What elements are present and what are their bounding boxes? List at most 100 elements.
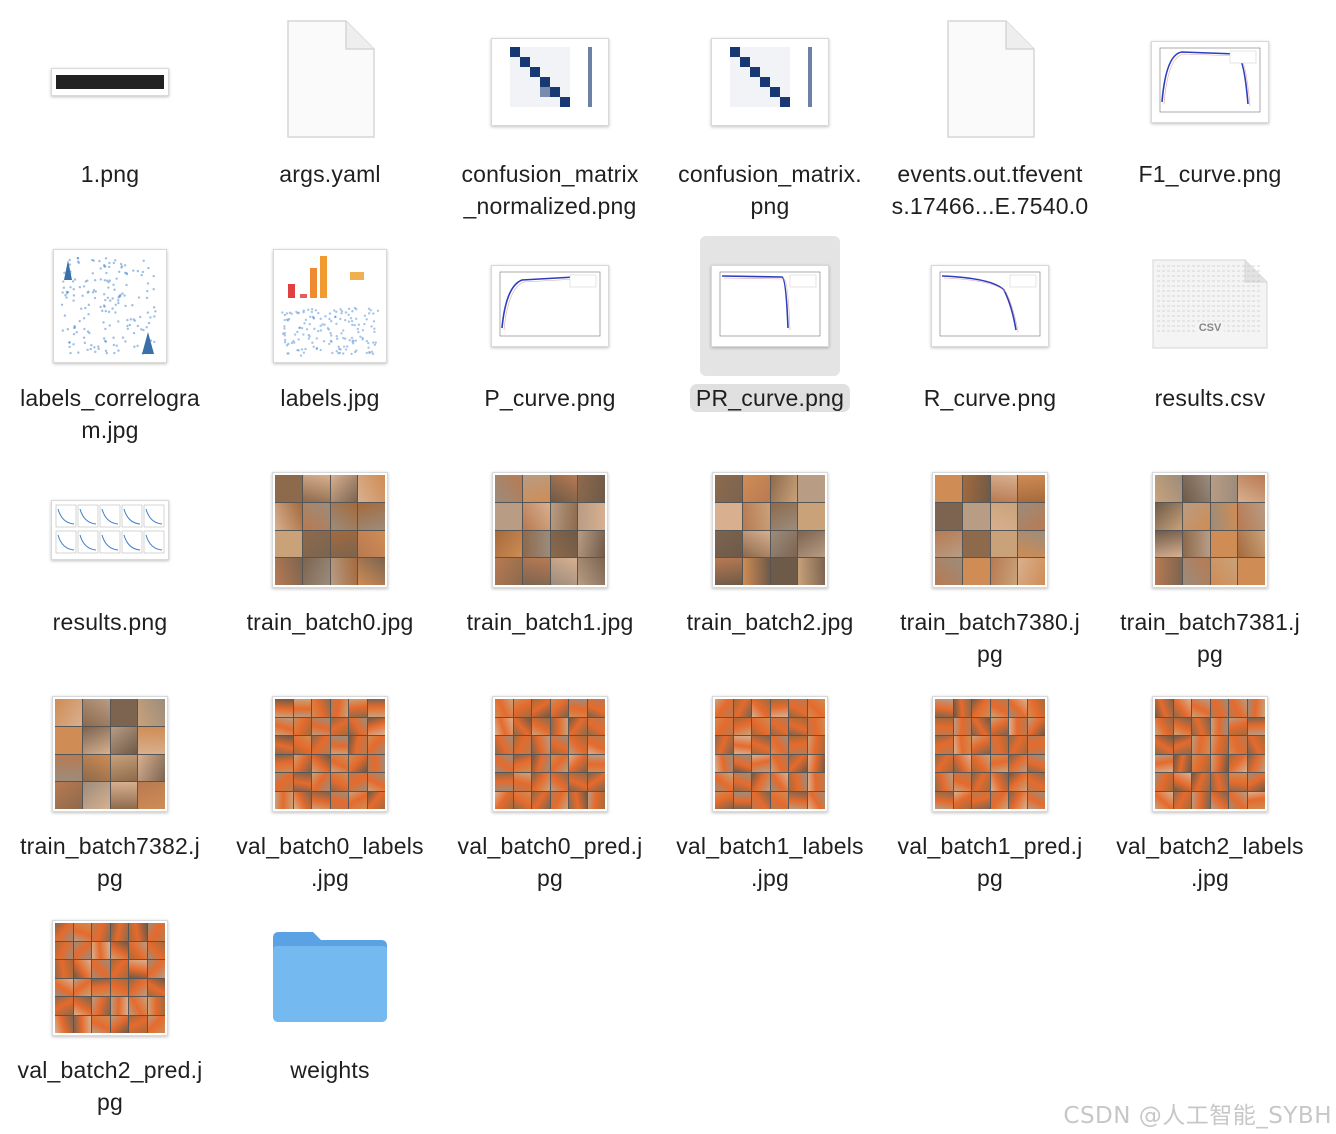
file-item[interactable]: events.out.tfevent s.17466...E.7540.0 (880, 6, 1100, 230)
thumbnail[interactable] (490, 460, 610, 600)
file-name-line: confusion_matrix (461, 161, 639, 187)
document-icon (944, 19, 1036, 146)
thumbnail[interactable] (930, 236, 1050, 376)
file-name-line: labels_correlogra (20, 385, 200, 411)
thumbnail[interactable] (50, 460, 170, 600)
file-name-label[interactable]: val_batch2_labels .jpg (1100, 830, 1320, 894)
thumbnail[interactable] (1150, 684, 1270, 824)
thumbnail[interactable] (270, 236, 390, 376)
thumbnail[interactable] (50, 908, 170, 1048)
file-item[interactable]: train_batch7381.j pg (1100, 454, 1320, 678)
file-item[interactable]: val_batch1_pred.j pg (880, 678, 1100, 902)
file-name-label[interactable]: labels.jpg (220, 382, 440, 414)
file-name-label[interactable]: val_batch0_labels .jpg (220, 830, 440, 894)
file-name-line: pg (537, 865, 563, 891)
image-thumbnail-icon (712, 472, 828, 588)
file-name-label[interactable]: confusion_matrix _normalized.png (440, 158, 660, 222)
file-item[interactable]: train_batch7380.j pg (880, 454, 1100, 678)
file-name-label[interactable]: train_batch2.jpg (660, 606, 880, 638)
thumbnail[interactable] (710, 460, 830, 600)
file-item[interactable]: labels_correlogra m.jpg (0, 230, 220, 454)
file-name-label[interactable]: val_batch0_pred.j pg (440, 830, 660, 894)
file-grid: 1.png args.yaml confusion_matrix _normalize… (0, 0, 1336, 1134)
thumbnail[interactable] (270, 460, 390, 600)
thumbnail[interactable] (930, 12, 1050, 152)
thumbnail[interactable] (930, 684, 1050, 824)
file-name-label[interactable]: train_batch1.jpg (440, 606, 660, 638)
file-item[interactable]: train_batch1.jpg (440, 454, 660, 678)
file-name-label[interactable]: R_curve.png (880, 382, 1100, 414)
file-name-label[interactable]: weights (220, 1054, 440, 1086)
file-name-line: args.yaml (279, 161, 381, 187)
file-item[interactable]: train_batch7382.j pg (0, 678, 220, 902)
thumbnail[interactable] (490, 684, 610, 824)
file-name-label[interactable]: P_curve.png (440, 382, 660, 414)
file-name-line: weights (290, 1057, 370, 1083)
thumbnail[interactable] (710, 684, 830, 824)
thumbnail[interactable]: CSV (1150, 236, 1270, 376)
file-item[interactable]: val_batch2_pred.j pg (0, 902, 220, 1126)
file-name-label[interactable]: F1_curve.png (1100, 158, 1320, 190)
file-name-line: F1_curve.png (1138, 161, 1282, 187)
file-item[interactable]: results.png (0, 454, 220, 678)
file-item[interactable]: F1_curve.png (1100, 6, 1320, 230)
file-item[interactable]: train_batch2.jpg (660, 454, 880, 678)
file-name-label[interactable]: events.out.tfevent s.17466...E.7540.0 (880, 158, 1100, 222)
thumbnail[interactable] (270, 684, 390, 824)
file-name-label[interactable]: args.yaml (220, 158, 440, 190)
file-item[interactable]: args.yaml (220, 6, 440, 230)
file-name-label[interactable]: train_batch7381.j pg (1100, 606, 1320, 670)
folder-item[interactable]: weights (220, 902, 440, 1126)
thumbnail[interactable] (1150, 12, 1270, 152)
image-thumbnail-icon (272, 696, 388, 812)
thumbnail[interactable] (700, 236, 840, 376)
image-thumbnail-icon (711, 265, 829, 347)
file-name-label[interactable]: train_batch7382.j pg (0, 830, 220, 894)
thumbnail[interactable] (50, 236, 170, 376)
file-item[interactable]: confusion_matrix. png (660, 6, 880, 230)
file-item[interactable]: R_curve.png (880, 230, 1100, 454)
file-name-label[interactable]: PR_curve.png (660, 382, 880, 414)
file-item[interactable]: CSV results.csv (1100, 230, 1320, 454)
thumbnail[interactable] (270, 908, 390, 1048)
thumbnail[interactable] (50, 12, 170, 152)
file-name-line: train_batch7380.j (900, 609, 1080, 635)
thumbnail[interactable] (1150, 460, 1270, 600)
thumbnail[interactable] (490, 12, 610, 152)
file-name-label[interactable]: val_batch1_pred.j pg (880, 830, 1100, 894)
file-name-line: s.17466...E.7540.0 (891, 193, 1089, 219)
file-name-label[interactable]: labels_correlogra m.jpg (0, 382, 220, 446)
file-name-label[interactable]: val_batch1_labels .jpg (660, 830, 880, 894)
thumbnail[interactable] (930, 460, 1050, 600)
file-name-line: .jpg (1191, 865, 1229, 891)
thumbnail[interactable] (50, 684, 170, 824)
file-name-label[interactable]: train_batch0.jpg (220, 606, 440, 638)
image-thumbnail-icon (932, 696, 1048, 812)
file-item[interactable]: val_batch0_pred.j pg (440, 678, 660, 902)
file-name-label[interactable]: train_batch7380.j pg (880, 606, 1100, 670)
file-item[interactable]: confusion_matrix _normalized.png (440, 6, 660, 230)
file-item[interactable]: val_batch1_labels .jpg (660, 678, 880, 902)
file-name-label[interactable]: results.png (0, 606, 220, 638)
image-thumbnail-icon (931, 265, 1049, 347)
image-thumbnail-icon (491, 265, 609, 347)
file-item[interactable]: val_batch0_labels .jpg (220, 678, 440, 902)
file-name-label[interactable]: 1.png (0, 158, 220, 190)
image-thumbnail-icon (711, 38, 829, 126)
file-item[interactable]: labels.jpg (220, 230, 440, 454)
file-name-label[interactable]: results.csv (1100, 382, 1320, 414)
file-name-label[interactable]: confusion_matrix. png (660, 158, 880, 222)
file-name-line: labels.jpg (280, 385, 380, 411)
file-name-line: m.jpg (81, 417, 139, 443)
file-item[interactable]: PR_curve.png (660, 230, 880, 454)
file-item[interactable]: train_batch0.jpg (220, 454, 440, 678)
thumbnail[interactable] (490, 236, 610, 376)
image-thumbnail-icon (52, 696, 168, 812)
file-item[interactable]: val_batch2_labels .jpg (1100, 678, 1320, 902)
file-name-label[interactable]: val_batch2_pred.j pg (0, 1054, 220, 1118)
file-item[interactable]: P_curve.png (440, 230, 660, 454)
file-item[interactable]: 1.png (0, 6, 220, 230)
thumbnail[interactable] (270, 12, 390, 152)
thumbnail[interactable] (710, 12, 830, 152)
image-thumbnail-icon (492, 472, 608, 588)
